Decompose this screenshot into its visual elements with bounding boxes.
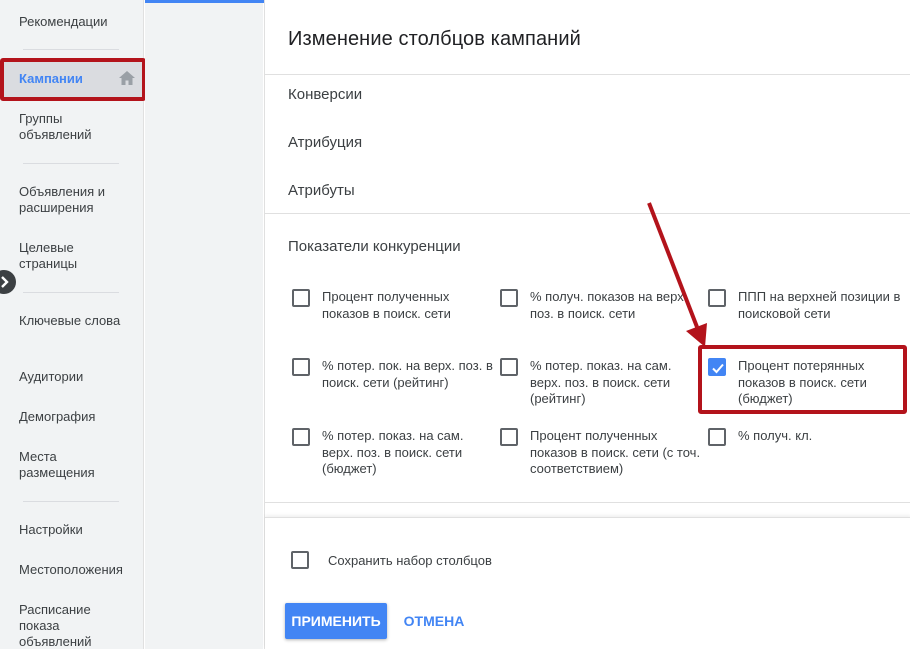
annotation-arrow <box>647 202 707 347</box>
